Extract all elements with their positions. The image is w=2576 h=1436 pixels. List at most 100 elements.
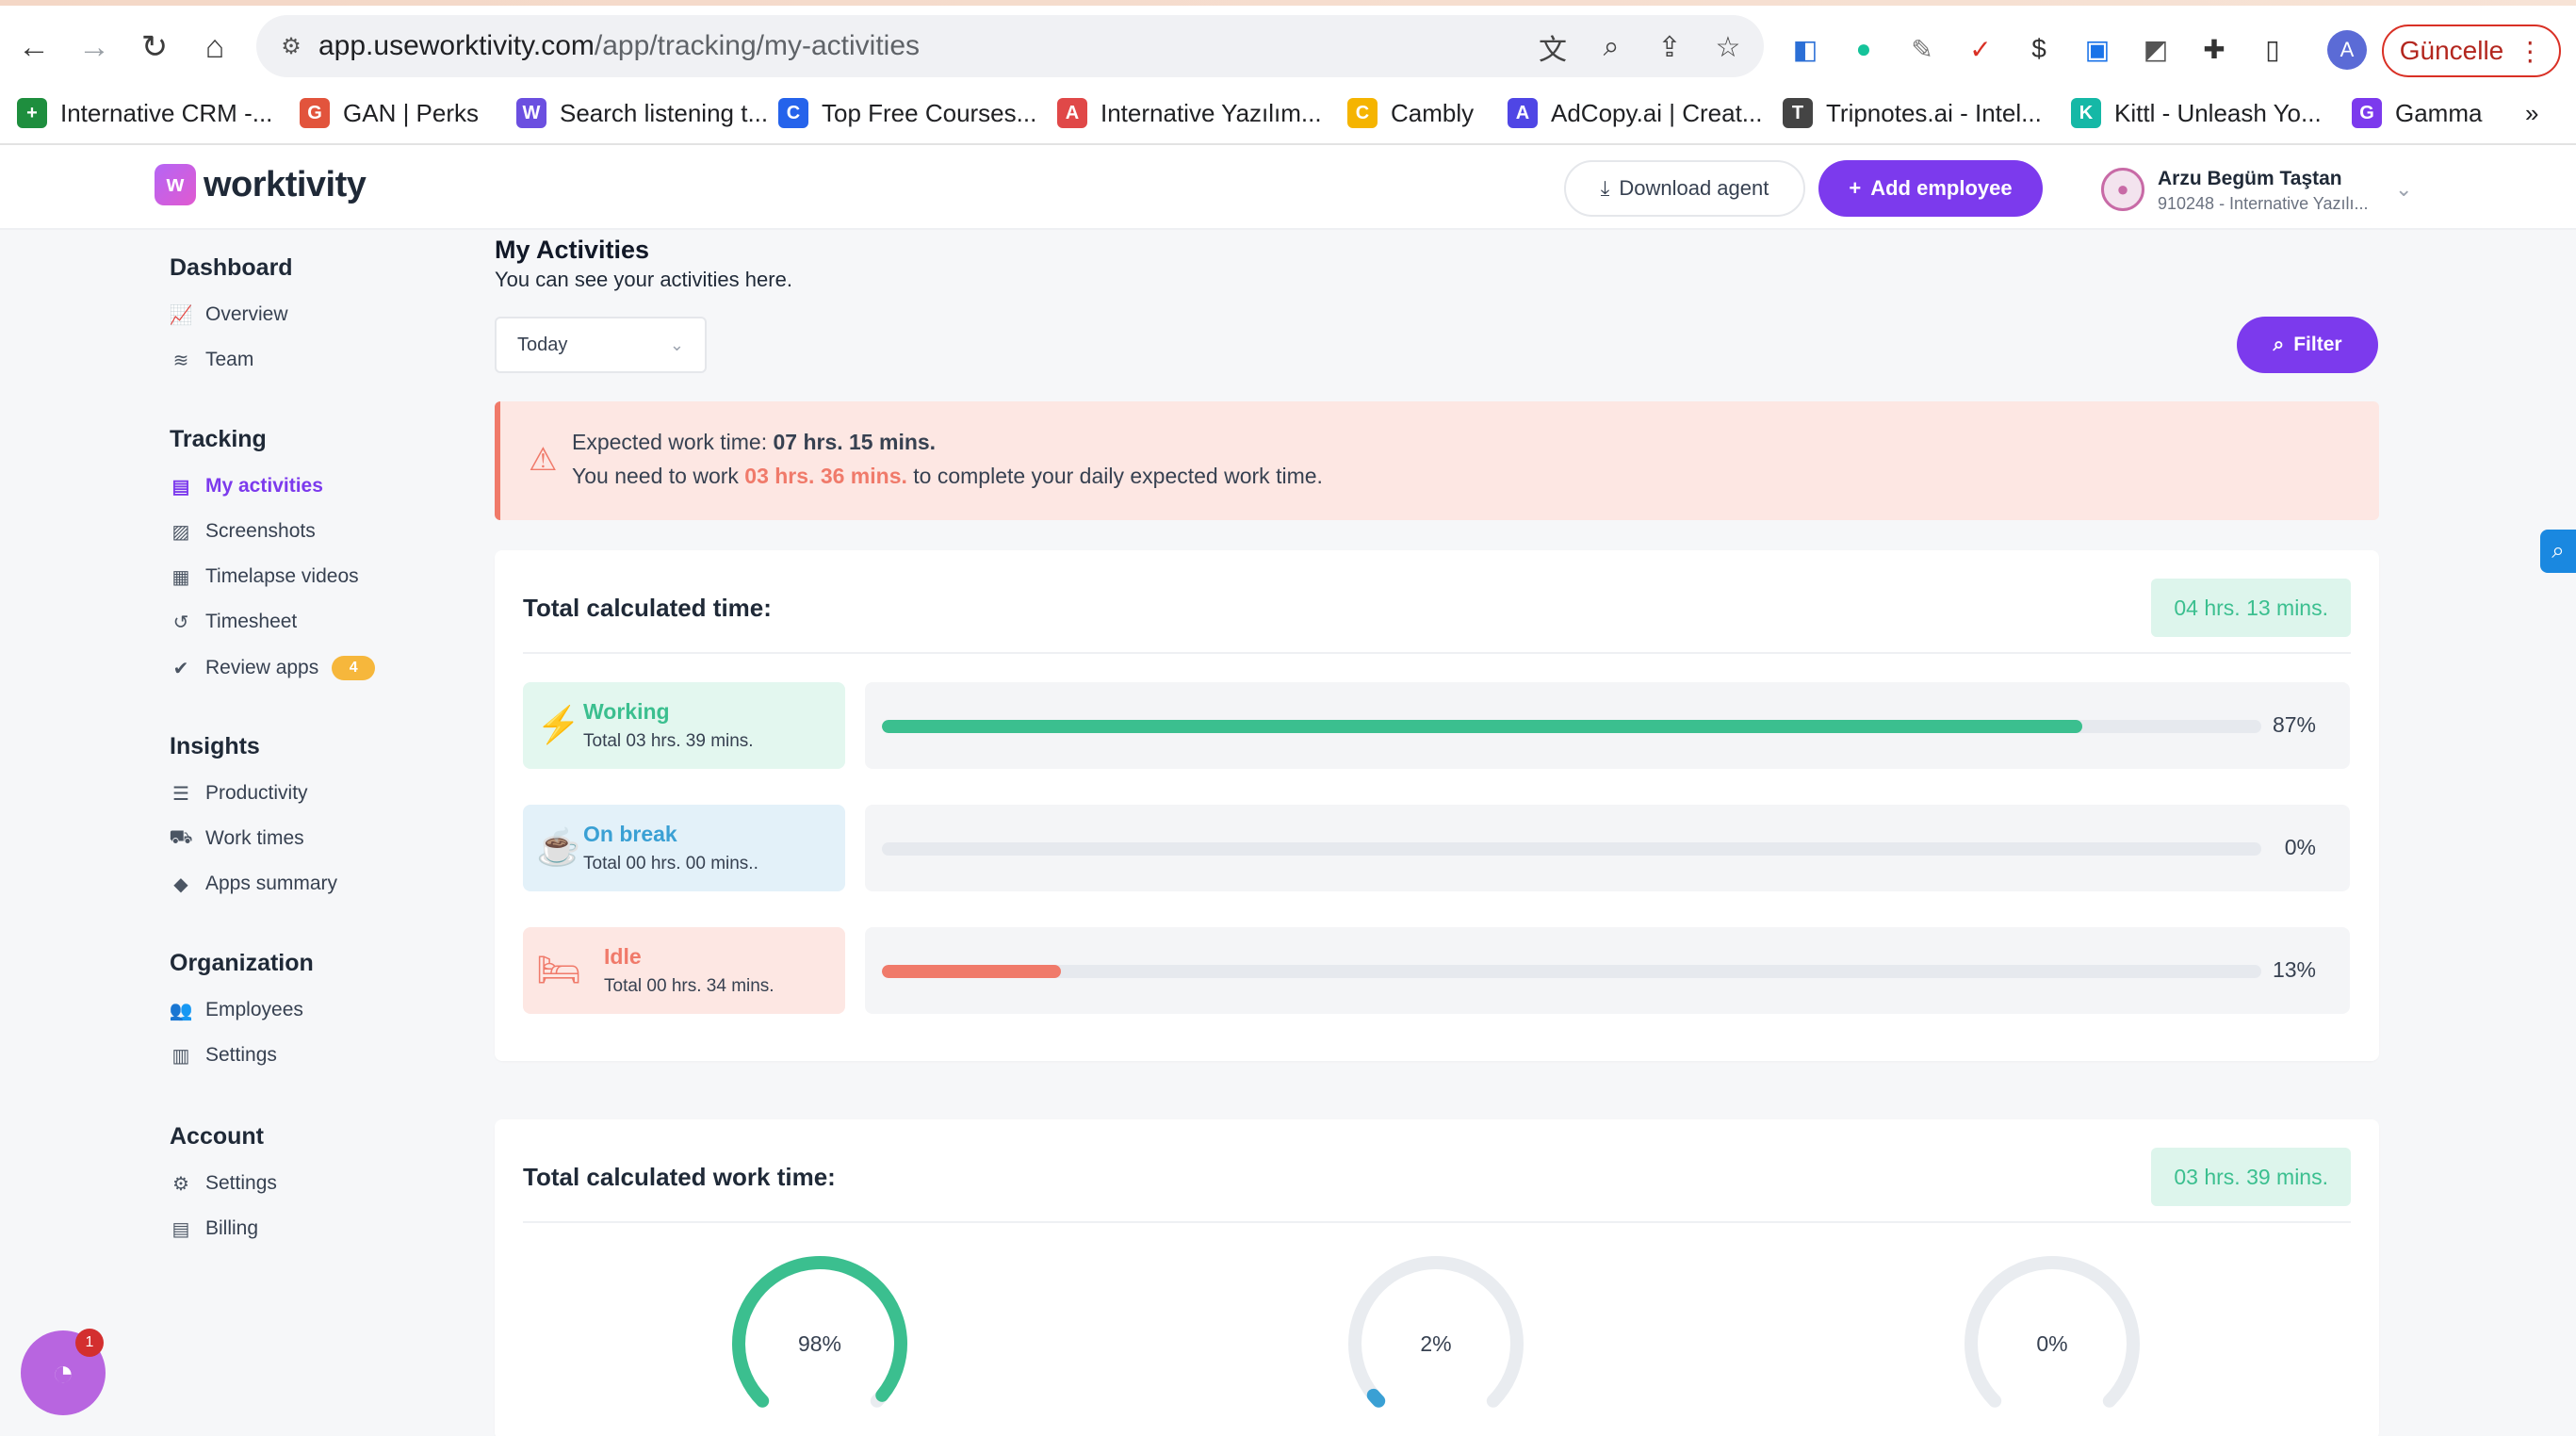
- sidebar-section-title: Tracking: [170, 426, 267, 452]
- sidebar-item-apps-summary[interactable]: ◆ Apps summary: [170, 873, 337, 895]
- total-time-value: 04 hrs. 13 mins.: [2151, 579, 2351, 637]
- progress-fill: [882, 965, 1062, 978]
- sidebar-item-work-times[interactable]: ⛟ Work times: [169, 826, 303, 850]
- sidebar-item-billing[interactable]: ▤ Billing: [170, 1217, 258, 1240]
- sidebar-item-screenshots[interactable]: ▨ Screenshots: [170, 520, 316, 543]
- site-settings-icon[interactable]: ⚙: [275, 30, 307, 62]
- work-time-value: 03 hrs. 39 mins.: [2151, 1148, 2351, 1206]
- sidebar-item-timesheet[interactable]: ↺ Timesheet: [170, 611, 298, 633]
- users-icon: 👥: [169, 1000, 193, 1021]
- bookmark-item[interactable]: T Tripnotes.ai - Intel...: [1783, 94, 2042, 132]
- file-icon: ▤: [171, 1218, 190, 1240]
- address-bar[interactable]: ⚙ app.useworktivity.com/app/tracking/my-…: [256, 15, 1764, 77]
- user-gear-icon: ⚙: [172, 1173, 189, 1195]
- bookmark-item[interactable]: A Internative Yazılım...: [1057, 94, 1322, 132]
- progress-percent: 13%: [2272, 957, 2316, 982]
- puzzle-icon[interactable]: ✚: [2195, 30, 2233, 68]
- status-tile-working: ⚡ Working Total 03 hrs. 39 mins.: [523, 682, 845, 769]
- bookmark-item[interactable]: + Internative CRM -...: [17, 94, 272, 132]
- back-icon[interactable]: ←: [13, 26, 55, 68]
- bed-icon: 🛏: [535, 951, 582, 990]
- sidebar-item-review-apps[interactable]: ✔ Review apps 4: [170, 656, 376, 680]
- truck-icon: ⛟: [169, 826, 193, 848]
- sidebar-item-settings[interactable]: ⚙ Settings: [170, 1172, 277, 1195]
- progress-percent: 87%: [2272, 712, 2316, 737]
- home-icon[interactable]: ⌂: [194, 26, 236, 68]
- plus-icon: +: [1849, 176, 1862, 200]
- bookmark-star-icon[interactable]: ☆: [1709, 28, 1747, 66]
- extension-icon[interactable]: ✎: [1903, 30, 1941, 68]
- expected-time-alert: ⚠ Expected work time: 07 hrs. 15 mins. Y…: [495, 401, 2379, 520]
- user-menu[interactable]: ● Arzu Begüm Taştan 910248 - Internative…: [2101, 156, 2421, 222]
- bookmark-favicon-icon: G: [300, 98, 330, 128]
- filter-button[interactable]: ⌕ Filter: [2237, 317, 2378, 373]
- progress-bar: 87%: [865, 682, 2350, 769]
- search-icon: ⌕: [2273, 334, 2285, 355]
- bookmark-favicon-icon: T: [1783, 98, 1813, 128]
- gauge-percent: 2%: [1420, 1330, 1452, 1356]
- sidebar-section-title: Organization: [170, 950, 314, 976]
- bookmark-favicon-icon: W: [516, 98, 546, 128]
- shapes-icon: ◆: [173, 873, 188, 895]
- extension-icon[interactable]: $: [2020, 30, 2058, 68]
- add-employee-button[interactable]: + Add employee: [1818, 160, 2043, 217]
- extension-icon[interactable]: ◧: [1786, 30, 1824, 68]
- sidebar-item-timelapse-videos[interactable]: ▦ Timelapse videos: [170, 565, 359, 588]
- extension-icon[interactable]: ✓: [1962, 30, 1999, 68]
- total-time-card: Total calculated time: 04 hrs. 13 mins. …: [495, 550, 2379, 1061]
- worktivity-logo[interactable]: w worktivity: [155, 164, 367, 205]
- page-subtitle: You can see your activities here.: [495, 268, 792, 291]
- progress-percent: 0%: [2284, 835, 2316, 859]
- bookmark-item[interactable]: A AdCopy.ai | Creat...: [1508, 94, 1762, 132]
- chart-icon: 📈: [169, 304, 193, 326]
- bookmark-item[interactable]: K Kittl - Unleash Yo...: [2071, 94, 2322, 132]
- sidebar-section-title: Insights: [170, 733, 260, 759]
- date-range-select[interactable]: Today ⌄: [495, 317, 707, 373]
- sidebar-item-settings[interactable]: ▥ Settings: [170, 1044, 277, 1067]
- page-title: My Activities: [495, 236, 650, 264]
- sidebar-item-team[interactable]: ≋ Team: [170, 349, 254, 371]
- progress-bar: 13%: [865, 927, 2350, 1014]
- url-text[interactable]: app.useworktivity.com/app/tracking/my-ac…: [318, 30, 920, 62]
- sidebar-section-title: Account: [170, 1123, 264, 1150]
- radial-gauge: 2%: [1342, 1249, 1530, 1436]
- bookmark-item[interactable]: G GAN | Perks: [300, 94, 479, 132]
- bookmarks-bar: + Internative CRM -... G GAN | Perks W Search…: [0, 85, 2576, 145]
- bookmark-item[interactable]: G Gamma: [2352, 94, 2482, 132]
- grammarly-icon[interactable]: ●: [1845, 30, 1883, 68]
- app-header: w worktivity ⤓ Download agent + Add empl…: [0, 147, 2576, 230]
- sidebar-item-my-activities[interactable]: ▤ My activities: [170, 475, 323, 498]
- bookmark-favicon-icon: K: [2071, 98, 2101, 128]
- extension-icon[interactable]: ◩: [2137, 30, 2175, 68]
- more-bookmarks-icon[interactable]: »: [2525, 94, 2538, 132]
- side-panel-icon[interactable]: ▯: [2254, 30, 2291, 68]
- sidebar-item-overview[interactable]: 📈 Overview: [170, 303, 288, 326]
- check-circle-icon: ✔: [172, 658, 189, 679]
- share-icon[interactable]: ⇪: [1651, 28, 1688, 66]
- bookmark-favicon-icon: C: [1347, 98, 1378, 128]
- bookmark-favicon-icon: A: [1057, 98, 1087, 128]
- sidebar-item-productivity[interactable]: ☰ Productivity: [170, 782, 308, 805]
- image-icon: ▨: [171, 521, 190, 543]
- bookmark-item[interactable]: C Cambly: [1347, 94, 1474, 132]
- reload-icon[interactable]: ↻: [134, 26, 175, 68]
- sidebar-section-title: Dashboard: [170, 254, 293, 281]
- forward-icon[interactable]: →: [73, 26, 115, 68]
- translate-icon[interactable]: 文: [1534, 28, 1572, 66]
- gauge-percent: 98%: [797, 1330, 842, 1356]
- bookmark-item[interactable]: W Search listening t...: [516, 94, 768, 132]
- bookmark-item[interactable]: C Top Free Courses...: [778, 94, 1036, 132]
- profile-avatar[interactable]: A: [2327, 30, 2367, 70]
- magnifier-tab-icon[interactable]: ⌕: [2540, 530, 2576, 573]
- sidebar-item-employees[interactable]: 👥 Employees: [170, 999, 303, 1021]
- chevron-down-icon: ⌄: [669, 335, 684, 354]
- download-agent-button[interactable]: ⤓ Download agent: [1564, 160, 1805, 217]
- extension-icon[interactable]: ▣: [2079, 30, 2116, 68]
- bookmark-favicon-icon: G: [2352, 98, 2382, 128]
- update-button[interactable]: Güncelle ⋮: [2382, 24, 2561, 77]
- progress-track: [882, 842, 2261, 856]
- zoom-icon[interactable]: ⌕: [1592, 28, 1630, 66]
- download-icon: ⤓: [1600, 176, 1610, 200]
- bookmark-favicon-icon: +: [17, 98, 47, 128]
- building-icon: ▥: [171, 1045, 190, 1067]
